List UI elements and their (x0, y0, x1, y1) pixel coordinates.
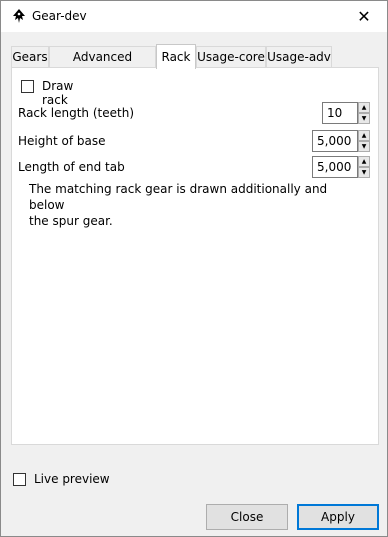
rack-panel: Draw rack Rack length (teeth) 10 ▲ ▼ Hei… (11, 67, 379, 445)
tab-usage-adv[interactable]: Usage-adv (266, 46, 332, 68)
draw-rack-checkbox-row[interactable]: Draw rack (18, 77, 98, 107)
end-tab-label: Length of end tab (18, 160, 125, 174)
window-title: Gear-dev (32, 9, 87, 23)
rack-description-line1: The matching rack gear is drawn addition… (29, 182, 328, 212)
spin-down-icon[interactable]: ▼ (358, 113, 370, 124)
apply-button[interactable]: Apply (297, 504, 379, 530)
spin-down-icon[interactable]: ▼ (358, 141, 370, 152)
apply-button-label: Apply (321, 510, 355, 524)
spin-down-icon[interactable]: ▼ (358, 167, 370, 178)
height-base-value[interactable]: 5,000 (317, 134, 351, 148)
spin-up-icon[interactable]: ▲ (358, 130, 370, 141)
rack-length-value[interactable]: 10 (327, 106, 342, 120)
tab-rack[interactable]: Rack (156, 44, 196, 69)
tab-usage-core[interactable]: Usage-core (196, 46, 266, 68)
close-window-icon[interactable]: ✕ (341, 1, 387, 32)
height-base-spinbox[interactable]: 5,000 ▲ ▼ (312, 130, 370, 152)
tab-advanced-options[interactable]: Advanced options (49, 46, 156, 84)
spin-up-icon[interactable]: ▲ (358, 102, 370, 113)
title-bar: Gear-dev ✕ (1, 1, 387, 32)
inkscape-icon (11, 8, 27, 24)
spin-up-icon[interactable]: ▲ (358, 156, 370, 167)
live-preview-checkbox[interactable] (13, 473, 26, 486)
live-preview-label: Live preview (34, 472, 110, 486)
end-tab-spinbox[interactable]: 5,000 ▲ ▼ (312, 156, 370, 178)
rack-length-spinbox[interactable]: 10 ▲ ▼ (322, 102, 370, 124)
draw-rack-checkbox[interactable] (21, 80, 34, 93)
height-base-label: Height of base (18, 134, 106, 148)
close-button[interactable]: Close (206, 504, 288, 530)
rack-description-line2: the spur gear. (29, 214, 113, 228)
dialog-window: Gear-dev ✕ Gears Advanced options Rack U… (0, 0, 388, 537)
rack-description: The matching rack gear is drawn addition… (29, 181, 349, 229)
end-tab-value[interactable]: 5,000 (317, 160, 351, 174)
close-button-label: Close (230, 510, 264, 524)
rack-length-label: Rack length (teeth) (18, 106, 134, 120)
draw-rack-label: Draw rack (42, 79, 74, 107)
tab-gears[interactable]: Gears (11, 46, 49, 68)
